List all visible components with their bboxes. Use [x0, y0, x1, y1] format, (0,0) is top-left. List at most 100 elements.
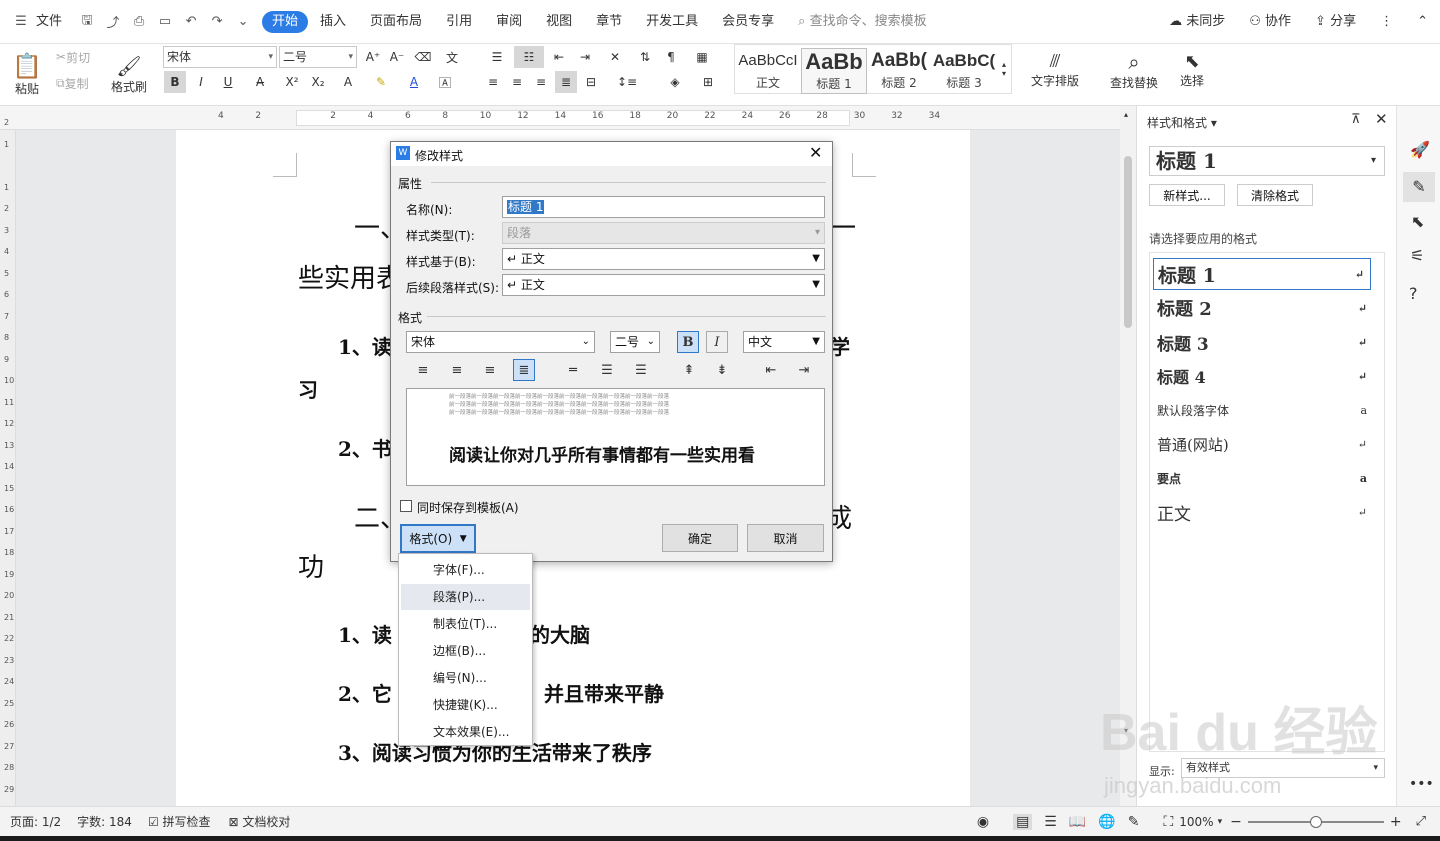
underline-icon[interactable]: U	[214, 71, 242, 93]
text-layout-button[interactable]: ⫻ 文字排版	[1024, 46, 1086, 94]
dialog-lang-select[interactable]: 中文 ▼	[743, 331, 825, 353]
find-replace-button[interactable]: ⌕ 查找替换	[1102, 46, 1166, 94]
horizontal-ruler[interactable]: 4 2 2 4 6 8 10 12 14 16 18 20 22 24 26 28 30 32 34	[0, 106, 1120, 130]
dialog-size-select[interactable]: 二号 ⌄	[610, 331, 660, 353]
new-style-button[interactable]: 新样式...	[1149, 184, 1225, 206]
tab-review[interactable]: 审阅	[484, 11, 534, 33]
scroll-thumb[interactable]	[1124, 156, 1132, 328]
single-spacing-icon[interactable]: ═	[562, 359, 584, 381]
menu-item-font[interactable]: 字体(F)...	[401, 557, 530, 583]
style-name-input[interactable]: 标题 1	[502, 196, 825, 218]
clear-format-icon[interactable]: ⌫	[412, 46, 434, 68]
more-menu-icon[interactable]: ⋮	[1368, 11, 1405, 33]
dialog-italic-button[interactable]: I	[706, 331, 728, 353]
spell-check[interactable]: ☑ 拼写检查	[148, 813, 211, 830]
align-right-icon[interactable]: ≡	[530, 71, 552, 93]
pin-icon[interactable]: ⊼	[1351, 112, 1361, 127]
page-indicator[interactable]: 页面: 1/2	[10, 813, 61, 830]
more-icon[interactable]: ⌄	[234, 13, 252, 31]
preview-icon[interactable]: ▭	[156, 13, 174, 31]
superscript-icon[interactable]: X²	[280, 71, 304, 93]
read-view-icon[interactable]: 📖	[1069, 814, 1086, 830]
close-panel-icon[interactable]: ✕	[1375, 110, 1388, 128]
style-list-item[interactable]: 默认段落字体 a	[1157, 394, 1373, 426]
bold-icon[interactable]: B	[164, 71, 186, 93]
undo-icon[interactable]: ↶	[182, 13, 200, 31]
sort-icon[interactable]: ⇅	[634, 46, 656, 68]
style-list-item[interactable]: 标题 3 ↵	[1157, 326, 1373, 358]
text-effect-icon[interactable]: A	[334, 71, 362, 93]
paste-button[interactable]: 📋 粘贴	[10, 46, 44, 102]
based-on-select[interactable]: ↵ 正文 ▼	[502, 248, 825, 270]
dialog-align-left-icon[interactable]: ≡	[412, 359, 434, 381]
align-left-icon[interactable]: ≡	[482, 71, 504, 93]
table-tools-icon[interactable]: ▦	[690, 46, 714, 68]
tab-chapter[interactable]: 章节	[584, 11, 634, 33]
menu-item-tabs[interactable]: 制表位(T)...	[401, 611, 530, 637]
clear-format-button[interactable]: 清除格式	[1237, 184, 1313, 206]
cut-button[interactable]: ✂ 剪切	[56, 48, 90, 66]
collapse-ribbon-icon[interactable]: ⌃	[1405, 11, 1440, 33]
grow-font-icon[interactable]: A⁺	[362, 46, 384, 68]
export-icon[interactable]: ⤴	[104, 13, 122, 31]
eye-protect-icon[interactable]: ◉	[977, 814, 989, 830]
italic-icon[interactable]: I	[190, 71, 212, 93]
show-marks-icon[interactable]: ¶	[660, 46, 682, 68]
style-normal[interactable]: AaBbCcI 正文	[735, 48, 801, 94]
dialog-titlebar[interactable]: W 修改样式 ✕	[391, 142, 832, 166]
web-view-icon[interactable]: 🌐	[1098, 814, 1115, 830]
rocket-icon[interactable]: 🚀	[1410, 140, 1430, 159]
zoom-menu-icon[interactable]: ▾	[1218, 817, 1223, 827]
style-list-item[interactable]: 正文 ↵	[1157, 496, 1373, 528]
tab-references[interactable]: 引用	[434, 11, 484, 33]
line-spacing-icon[interactable]: ↕≡	[612, 71, 642, 93]
style-list-item[interactable]: 标题 2 ↵	[1157, 292, 1373, 324]
bullets-icon[interactable]: ☰	[482, 46, 512, 68]
style-list-item[interactable]: 标题 1 ↵	[1153, 258, 1371, 290]
zoom-in-icon[interactable]: +	[1390, 814, 1402, 830]
strikethrough-icon[interactable]: A̶	[246, 71, 274, 93]
style-list-item[interactable]: 标题 4 ↵	[1157, 360, 1373, 392]
ok-button[interactable]: 确定	[662, 524, 738, 552]
double-spacing-icon[interactable]: ☰	[630, 359, 652, 381]
one-half-spacing-icon[interactable]: ☰	[596, 359, 618, 381]
phonetic-icon[interactable]: 文	[438, 46, 466, 68]
subscript-icon[interactable]: X₂	[306, 71, 330, 93]
indent-icon[interactable]: ⇥	[574, 46, 596, 68]
menu-item-text-effects[interactable]: 文本效果(E)...	[401, 719, 530, 745]
decrease-space-before-icon[interactable]: ⇟	[711, 359, 733, 381]
zoom-slider[interactable]	[1247, 815, 1384, 828]
style-heading-3[interactable]: AaBbC( 标题 3	[931, 48, 997, 94]
highlight-icon[interactable]: ✎	[366, 71, 396, 93]
save-icon[interactable]: 🖫	[78, 13, 96, 31]
sync-status[interactable]: ☁ 未同步	[1157, 11, 1237, 33]
save-to-template-checkbox[interactable]	[400, 500, 412, 512]
font-color-icon[interactable]: A	[400, 71, 428, 93]
align-center-icon[interactable]: ≡	[506, 71, 528, 93]
redo-icon[interactable]: ↷	[208, 13, 226, 31]
format-painter-button[interactable]: 🖌 格式刷	[108, 46, 150, 102]
distribute-icon[interactable]: ⊟	[580, 71, 602, 93]
increase-indent-icon[interactable]: ⇥	[793, 359, 815, 381]
dialog-align-right-icon[interactable]: ≡	[479, 359, 501, 381]
pen-icon[interactable]: ✎	[1403, 172, 1435, 202]
dialog-close-icon[interactable]: ✕	[809, 143, 822, 162]
hamburger-icon[interactable]: ☰	[12, 13, 30, 31]
cancel-button[interactable]: 取消	[747, 524, 824, 552]
file-menu[interactable]: 文件	[34, 11, 74, 33]
tab-page-layout[interactable]: 页面布局	[358, 11, 434, 33]
word-count[interactable]: 字数: 184	[77, 813, 132, 830]
font-name-select[interactable]: 宋体	[163, 46, 277, 68]
tab-member[interactable]: 会员专享	[710, 11, 786, 33]
doc-proof[interactable]: ⊠ 文档校对	[229, 813, 291, 830]
collab-button[interactable]: ⚇ 协作	[1237, 11, 1303, 33]
dialog-align-center-icon[interactable]: ≡	[446, 359, 468, 381]
format-menu-button[interactable]: 格式(O) ▼	[400, 524, 476, 553]
style-list-item[interactable]: 普通(网站) ↵	[1157, 428, 1373, 460]
tab-view[interactable]: 视图	[534, 11, 584, 33]
dialog-bold-button[interactable]: B	[677, 331, 699, 353]
tab-developer[interactable]: 开发工具	[634, 11, 710, 33]
zoom-out-icon[interactable]: −	[1230, 814, 1242, 830]
select-button[interactable]: ⬉ 选择	[1170, 46, 1214, 94]
shading-icon[interactable]: ◈	[660, 71, 690, 93]
